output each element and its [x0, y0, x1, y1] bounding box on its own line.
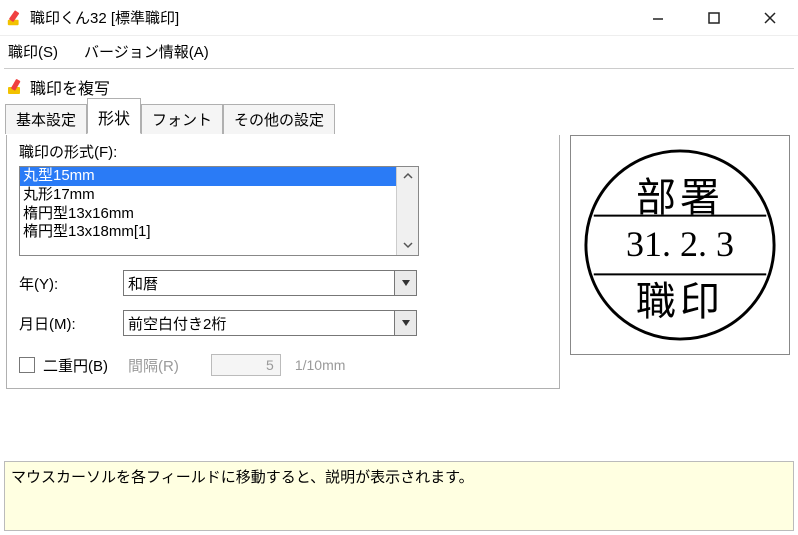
list-item[interactable]: 丸型15mm	[20, 167, 396, 186]
format-label: 職印の形式(F):	[19, 141, 549, 162]
window-buttons	[630, 0, 798, 36]
double-circle-label: 二重円(B)	[43, 355, 108, 376]
format-list-items: 丸型15mm 丸形17mm 楕円型13x16mm 楕円型13x18mm[1]	[20, 167, 396, 255]
list-item[interactable]: 丸形17mm	[20, 186, 396, 205]
list-item[interactable]: 楕円型13x18mm[1]	[20, 223, 396, 242]
tab-shape[interactable]: 形状	[87, 98, 141, 134]
year-combo[interactable]: 和暦	[123, 270, 417, 296]
minimize-button[interactable]	[630, 0, 686, 36]
format-listbox[interactable]: 丸型15mm 丸形17mm 楕円型13x16mm 楕円型13x18mm[1]	[19, 166, 419, 256]
menu-separator	[4, 68, 794, 69]
menu-seal[interactable]: 職印(S)	[4, 37, 62, 66]
gap-label: 間隔(R)	[128, 355, 179, 376]
tab-font[interactable]: フォント	[141, 104, 223, 134]
chevron-down-icon[interactable]	[394, 271, 416, 295]
hint-text: マウスカーソルを各フィールドに移動すると、説明が表示されます。	[11, 469, 474, 486]
page-heading-text: 職印を複写	[30, 75, 110, 99]
maximize-button[interactable]	[686, 0, 742, 36]
app-icon	[6, 9, 24, 27]
double-circle-checkbox[interactable]	[19, 357, 35, 373]
year-combo-value: 和暦	[128, 273, 158, 294]
copy-stamp-icon	[6, 77, 26, 97]
stamp-graphic: 部署 31. 2. 3 職印	[582, 147, 778, 343]
monthday-row: 月日(M): 前空白付き2桁	[19, 310, 549, 336]
menu-about[interactable]: バージョン情報(A)	[80, 37, 213, 66]
left-panel: 職印の形式(F): 丸型15mm 丸形17mm 楕円型13x16mm 楕円型13…	[6, 135, 560, 389]
window-title: 職印くん32 [標準職印]	[30, 7, 179, 28]
monthday-label: 月日(M):	[19, 313, 123, 334]
tab-strip: 基本設定 形状 フォント その他の設定	[5, 104, 560, 134]
scroll-up-icon[interactable]	[403, 167, 413, 186]
gap-unit: 1/10mm	[295, 357, 346, 373]
scroll-down-icon[interactable]	[403, 236, 413, 255]
stamp-top-text: 部署	[582, 165, 778, 223]
menu-bar: 職印(S) バージョン情報(A)	[0, 36, 798, 66]
stamp-bottom-text: 職印	[582, 269, 778, 327]
tab-other[interactable]: その他の設定	[223, 104, 335, 134]
list-item[interactable]: 楕円型13x16mm	[20, 205, 396, 224]
monthday-combo[interactable]: 前空白付き2桁	[123, 310, 417, 336]
listbox-scrollbar[interactable]	[396, 167, 418, 255]
title-bar: 職印くん32 [標準職印]	[0, 0, 798, 36]
left-panel-wrap: 基本設定 形状 フォント その他の設定 職印の形式(F): 丸型15mm 丸形1…	[6, 105, 560, 389]
double-circle-row: 二重円(B) 間隔(R) 5 1/10mm	[19, 354, 549, 376]
close-button[interactable]	[742, 0, 798, 36]
chevron-down-icon[interactable]	[394, 311, 416, 335]
main-area: 基本設定 形状 フォント その他の設定 職印の形式(F): 丸型15mm 丸形1…	[0, 105, 798, 389]
year-row: 年(Y): 和暦	[19, 270, 549, 296]
hint-bar: マウスカーソルを各フィールドに移動すると、説明が表示されます。	[4, 461, 794, 531]
tab-basic[interactable]: 基本設定	[5, 104, 87, 134]
year-label: 年(Y):	[19, 273, 123, 294]
gap-input: 5	[211, 354, 281, 376]
stamp-preview: 部署 31. 2. 3 職印	[570, 135, 790, 355]
monthday-combo-value: 前空白付き2桁	[128, 313, 226, 334]
stamp-mid-text: 31. 2. 3	[582, 223, 778, 265]
